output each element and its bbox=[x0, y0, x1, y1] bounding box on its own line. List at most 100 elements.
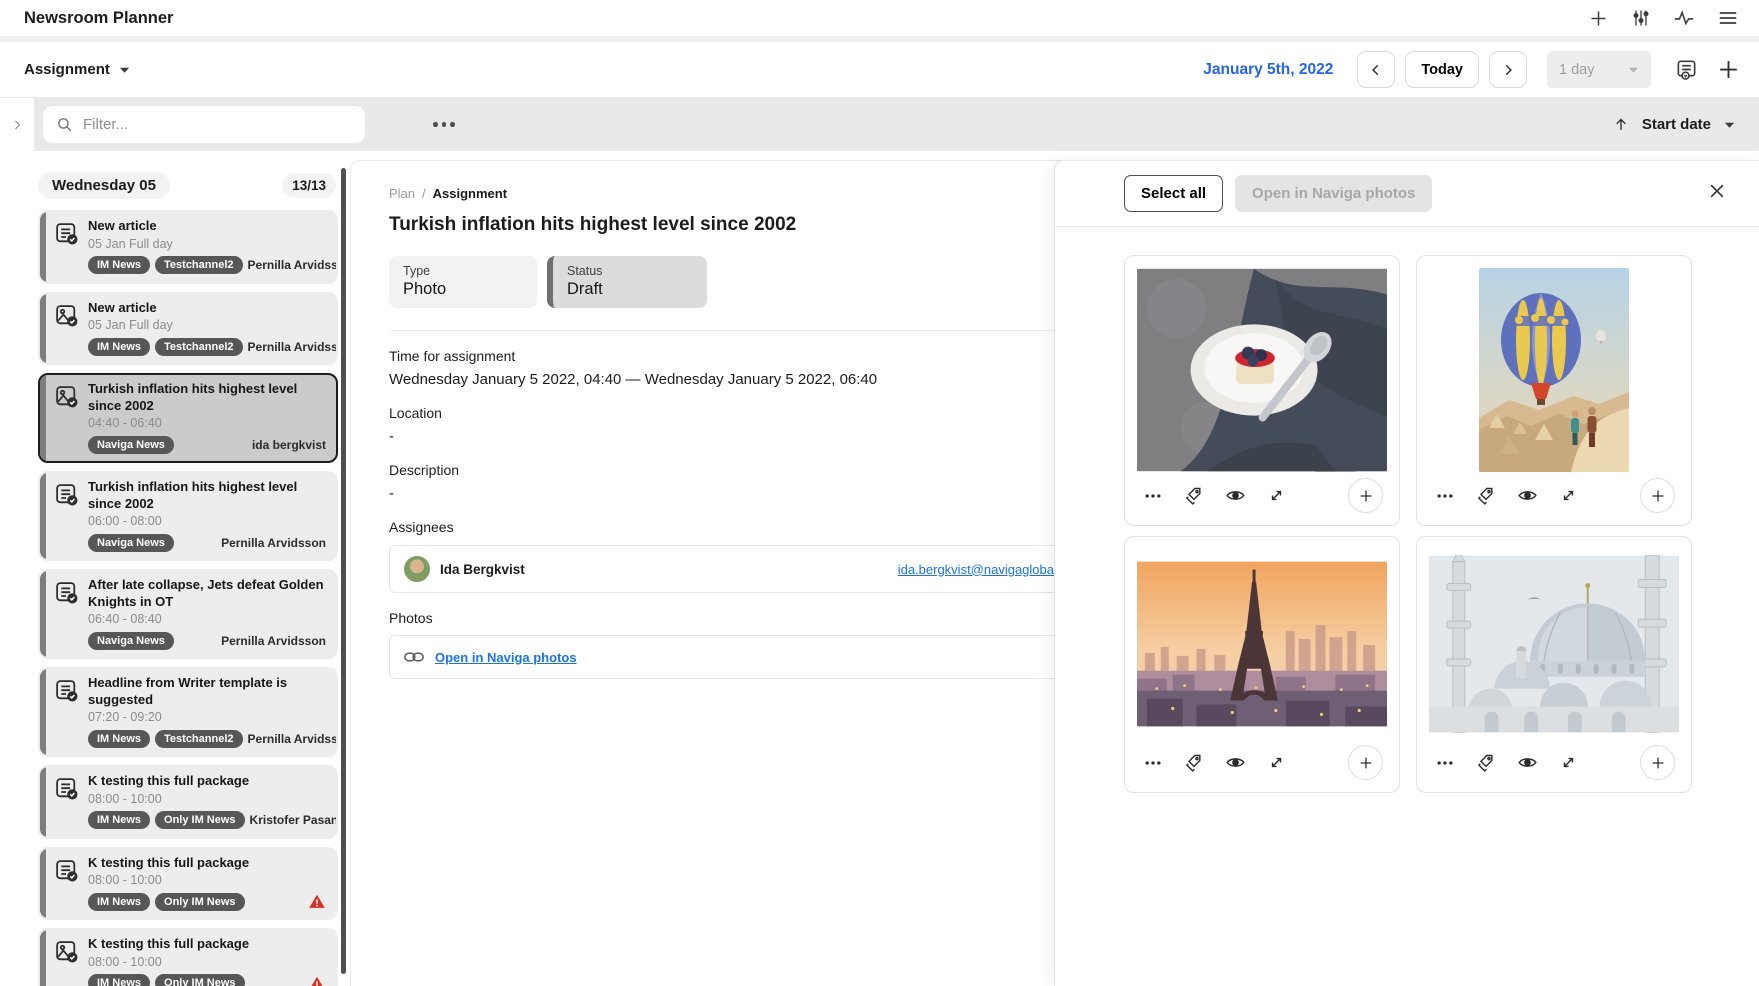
open-in-naviga-photos-button[interactable]: Open in Naviga photos bbox=[1235, 175, 1432, 212]
assignment-time: 08:00 - 10:00 bbox=[88, 955, 326, 969]
assignee-name: Kristofer Pasanen bbox=[250, 813, 338, 827]
assignment-card[interactable]: Headline from Writer template is suggest… bbox=[38, 667, 338, 757]
photos-link-row: Open in Naviga photos bbox=[389, 635, 1069, 679]
channel-chip: IM News bbox=[88, 893, 150, 911]
channel-chip: Only IM News bbox=[155, 811, 245, 829]
today-button[interactable]: Today bbox=[1405, 51, 1479, 88]
sort-field-dropdown[interactable]: Start date bbox=[1642, 116, 1711, 133]
chevron-down-icon[interactable] bbox=[1724, 121, 1735, 129]
close-panel-icon[interactable] bbox=[1703, 177, 1731, 210]
assignment-card[interactable]: New article 05 Jan Full day IM News Test… bbox=[38, 292, 338, 366]
chevron-down-icon bbox=[1628, 66, 1639, 74]
view-type-dropdown[interactable]: Assignment bbox=[24, 61, 130, 78]
status-value: Draft bbox=[567, 280, 693, 299]
photo-card bbox=[1416, 255, 1692, 526]
menu-icon[interactable] bbox=[1717, 7, 1739, 29]
assignment-card[interactable]: New article 05 Jan Full day IM News Test… bbox=[38, 210, 338, 284]
add-photo-button[interactable] bbox=[1640, 478, 1675, 513]
photo-actions bbox=[1429, 739, 1679, 788]
more-options-icon[interactable] bbox=[427, 116, 461, 133]
assignment-title: K testing this full package bbox=[88, 936, 326, 953]
assignment-time: 06:00 - 08:00 bbox=[88, 514, 326, 528]
assignment-title: K testing this full package bbox=[88, 855, 326, 872]
assignment-card-list: New article 05 Jan Full day IM News Test… bbox=[38, 210, 338, 986]
select-all-button[interactable]: Select all bbox=[1124, 175, 1223, 212]
tags-icon[interactable] bbox=[1184, 486, 1204, 506]
range-dropdown[interactable]: 1 day bbox=[1547, 51, 1651, 88]
chevron-left-icon bbox=[1369, 63, 1383, 77]
assignment-card[interactable]: After late collapse, Jets defeat Golden … bbox=[38, 569, 338, 659]
assignee-row: Ida Bergkvist ida.bergkvist@navigagloba bbox=[389, 545, 1069, 593]
article-check-icon bbox=[54, 678, 79, 748]
channel-chip: Naviga News bbox=[88, 632, 174, 650]
more-options-icon[interactable] bbox=[1143, 486, 1163, 506]
chevron-right-icon bbox=[1501, 63, 1515, 77]
activity-icon[interactable] bbox=[1673, 7, 1695, 29]
preview-eye-icon[interactable] bbox=[1225, 752, 1246, 773]
tags-icon[interactable] bbox=[1476, 486, 1496, 506]
channel-chip: Testchannel2 bbox=[155, 730, 243, 748]
collapse-chevron-icon[interactable] bbox=[11, 118, 23, 132]
filter-sliders-icon[interactable] bbox=[1631, 8, 1651, 28]
avatar bbox=[404, 556, 430, 582]
assignment-card[interactable]: K testing this full package 08:00 - 10:0… bbox=[38, 928, 338, 986]
expand-icon[interactable] bbox=[1267, 753, 1286, 772]
blueberry-cheesecake-photo[interactable] bbox=[1137, 268, 1387, 472]
add-photo-button[interactable] bbox=[1348, 478, 1383, 513]
type-card: Type Photo bbox=[389, 256, 537, 308]
channel-chip: IM News bbox=[88, 256, 150, 274]
previous-day-button[interactable] bbox=[1357, 51, 1395, 88]
add-event-icon[interactable] bbox=[1716, 57, 1741, 82]
blue-mosque-istanbul-photo[interactable] bbox=[1429, 549, 1679, 739]
assignment-card[interactable]: K testing this full package 08:00 - 10:0… bbox=[38, 847, 338, 921]
expand-icon[interactable] bbox=[1559, 753, 1578, 772]
channel-chip: IM News bbox=[88, 811, 150, 829]
filter-search-box[interactable] bbox=[43, 106, 365, 143]
open-naviga-photos-link[interactable]: Open in Naviga photos bbox=[435, 650, 577, 665]
more-options-icon[interactable] bbox=[1435, 486, 1455, 506]
article-check-icon bbox=[54, 221, 79, 275]
assignment-time: 07:20 - 09:20 bbox=[88, 710, 326, 724]
sort-direction-arrow-icon[interactable] bbox=[1613, 116, 1629, 133]
channel-chip: IM News bbox=[88, 974, 150, 986]
more-options-icon[interactable] bbox=[1435, 753, 1455, 773]
channel-chip: IM News bbox=[88, 730, 150, 748]
assignment-time: 05 Jan Full day bbox=[88, 318, 326, 332]
add-photo-button[interactable] bbox=[1640, 745, 1675, 780]
warning-icon bbox=[308, 975, 326, 986]
assignee-email-link[interactable]: ida.bergkvist@navigagloba bbox=[898, 562, 1054, 577]
preview-eye-icon[interactable] bbox=[1225, 485, 1246, 506]
nav-icon-group bbox=[1675, 57, 1741, 82]
add-icon[interactable] bbox=[1588, 8, 1609, 29]
assignee-name: Pernilla Arvidsson bbox=[248, 732, 338, 746]
more-options-icon[interactable] bbox=[1143, 753, 1163, 773]
assignment-card[interactable]: K testing this full package 08:00 - 10:0… bbox=[38, 765, 338, 839]
tags-icon[interactable] bbox=[1184, 753, 1204, 773]
assignment-title: After late collapse, Jets defeat Golden … bbox=[88, 577, 326, 610]
photo-card bbox=[1124, 255, 1400, 526]
photo-actions bbox=[1429, 472, 1679, 521]
link-icon bbox=[404, 650, 424, 664]
filter-input[interactable] bbox=[83, 116, 352, 133]
channel-chip: Only IM News bbox=[155, 974, 245, 986]
expand-icon[interactable] bbox=[1267, 486, 1286, 505]
current-date-label[interactable]: January 5th, 2022 bbox=[1203, 61, 1333, 79]
tags-icon[interactable] bbox=[1476, 753, 1496, 773]
warning-icon bbox=[308, 893, 326, 910]
preview-eye-icon[interactable] bbox=[1517, 752, 1538, 773]
agenda-export-icon[interactable] bbox=[1675, 58, 1698, 81]
expand-icon[interactable] bbox=[1559, 486, 1578, 505]
breadcrumb-plan-link[interactable]: Plan bbox=[389, 186, 415, 201]
hot-air-balloon-cappadocia-photo[interactable] bbox=[1429, 268, 1679, 472]
assignment-card-selected[interactable]: Turkish inflation hits highest level sin… bbox=[38, 373, 338, 463]
photo-check-icon bbox=[54, 303, 79, 357]
channel-chip: Naviga News bbox=[88, 436, 174, 454]
next-day-button[interactable] bbox=[1489, 51, 1527, 88]
add-photo-button[interactable] bbox=[1348, 745, 1383, 780]
assignment-title: New article bbox=[88, 218, 326, 235]
list-scrollbar[interactable] bbox=[341, 168, 346, 974]
chevron-down-icon bbox=[119, 66, 130, 74]
preview-eye-icon[interactable] bbox=[1517, 485, 1538, 506]
eiffel-tower-paris-photo[interactable] bbox=[1137, 549, 1387, 739]
assignment-card[interactable]: Turkish inflation hits highest level sin… bbox=[38, 471, 338, 561]
